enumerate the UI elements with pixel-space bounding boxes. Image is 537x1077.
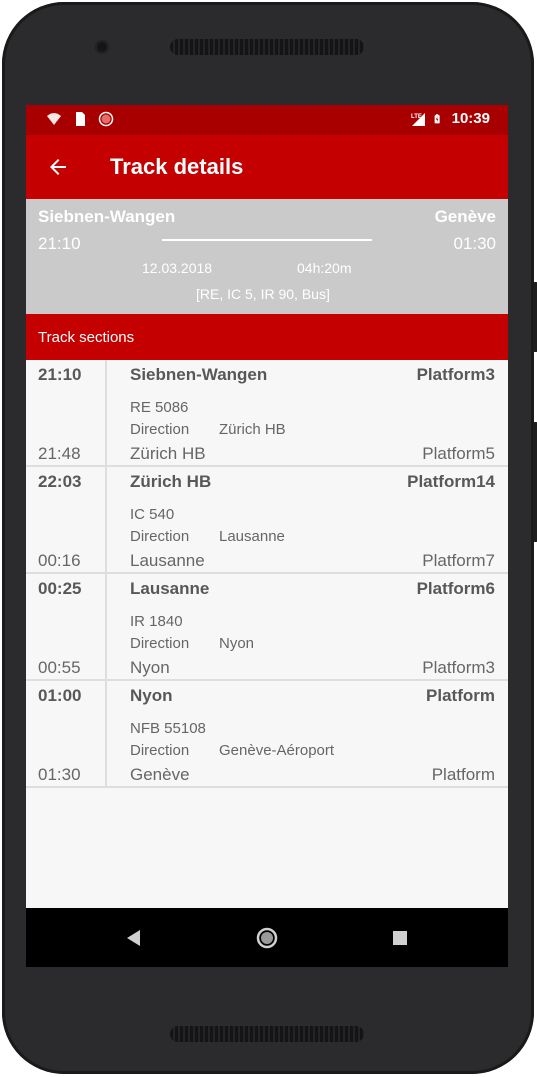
- bottom-speaker: [170, 1026, 364, 1042]
- track-sections-header: Track sections: [26, 314, 508, 360]
- section-departure-time: 00:25: [38, 579, 82, 598]
- section-departure-platform: Platform14: [407, 472, 495, 491]
- section-departure-platform: Platform: [426, 686, 495, 705]
- arrival-time: 01:30: [453, 234, 496, 253]
- section-train: NFB 55108: [130, 720, 206, 737]
- section-direction: Genève-Aéroport: [219, 742, 335, 759]
- section-departure-station: Siebnen-Wangen: [130, 365, 268, 384]
- section-arrival-platform: Platform3: [422, 658, 495, 677]
- section-arrival-platform: Platform7: [422, 551, 495, 570]
- screen: ? LTE 10:39 Track details Siebnen-Wangen…: [26, 105, 508, 967]
- track-section[interactable]: 21:10 Siebnen-Wangen Platform3 RE 5086 D…: [26, 360, 508, 467]
- battery-charging-icon: [434, 113, 440, 123]
- status-bar: ? LTE 10:39: [26, 105, 508, 135]
- section-arrival-time: 00:16: [38, 551, 81, 570]
- section-arrival-station: Lausanne: [130, 551, 205, 570]
- section-direction-label: Direction: [130, 742, 190, 759]
- volume-button: [533, 422, 537, 542]
- destination-station: Genève: [434, 207, 496, 226]
- section-direction-label: Direction: [130, 421, 190, 438]
- section-arrival-station: Genève: [130, 765, 190, 784]
- track-section[interactable]: 01:00 Nyon Platform NFB 55108 Direction …: [26, 681, 508, 788]
- navigation-bar: [26, 908, 508, 967]
- section-train: IC 540: [130, 506, 175, 523]
- connection-summary: Siebnen-Wangen Genève 21:10 01:30 12.03.…: [26, 199, 508, 314]
- section-divider: [105, 574, 107, 681]
- track-section[interactable]: 00:25 Lausanne Platform6 IR 1840 Directi…: [26, 574, 508, 681]
- back-triangle-icon[interactable]: [122, 926, 146, 950]
- section-arrival-time: 00:55: [38, 658, 81, 677]
- route-line: [162, 239, 372, 241]
- section-divider: [105, 681, 107, 788]
- travel-date: 12.03.2018: [142, 260, 213, 276]
- arrow-left-icon[interactable]: [46, 155, 70, 179]
- section-direction: Nyon: [219, 635, 255, 652]
- phone-frame: ? LTE 10:39 Track details Siebnen-Wangen…: [2, 2, 537, 1074]
- home-circle-icon[interactable]: [255, 926, 279, 950]
- status-time: 10:39: [451, 110, 490, 127]
- track-section[interactable]: 22:03 Zürich HB Platform14 IC 540 Direct…: [26, 467, 508, 574]
- travel-duration: 04h:20m: [297, 260, 352, 276]
- departure-time: 21:10: [38, 234, 81, 253]
- section-divider: [105, 467, 107, 574]
- section-arrival-platform: Platform5: [422, 444, 495, 463]
- section-train: RE 5086: [130, 399, 189, 416]
- track-sections-list: 21:10 Siebnen-Wangen Platform3 RE 5086 D…: [26, 360, 508, 788]
- section-departure-time: 01:00: [38, 686, 82, 705]
- origin-station: Siebnen-Wangen: [38, 207, 176, 226]
- section-departure-station: Lausanne: [130, 579, 210, 598]
- svg-text:LTE: LTE: [411, 114, 422, 120]
- transport-products: [RE, IC 5, IR 90, Bus]: [196, 286, 330, 302]
- front-camera: [95, 40, 109, 54]
- recents-square-icon[interactable]: [388, 926, 412, 950]
- section-departure-station: Nyon: [130, 686, 173, 705]
- section-departure-platform: Platform6: [416, 579, 495, 598]
- section-train: IR 1840: [130, 613, 183, 630]
- signal-icon: LTE: [411, 112, 425, 126]
- section-departure-station: Zürich HB: [130, 472, 212, 491]
- section-direction: Lausanne: [219, 528, 285, 545]
- section-direction-label: Direction: [130, 635, 190, 652]
- section-arrival-station: Nyon: [130, 658, 170, 677]
- track-sections-label: Track sections: [38, 329, 135, 346]
- section-direction: Zürich HB: [219, 421, 286, 438]
- record-icon: [98, 111, 114, 127]
- page-title: Track details: [110, 154, 244, 179]
- svg-text:?: ?: [56, 121, 60, 127]
- app-bar: Track details: [26, 135, 508, 199]
- earpiece-speaker: [170, 39, 364, 55]
- section-departure-time: 22:03: [38, 472, 82, 491]
- section-divider: [105, 360, 107, 467]
- section-departure-platform: Platform3: [416, 365, 495, 384]
- section-direction-label: Direction: [130, 528, 190, 545]
- sim-card-icon: [76, 112, 85, 126]
- section-arrival-station: Zürich HB: [130, 444, 206, 463]
- power-button: [533, 282, 537, 352]
- section-arrival-time: 21:48: [38, 444, 81, 463]
- section-arrival-platform: Platform: [431, 765, 495, 784]
- section-arrival-time: 01:30: [38, 765, 81, 784]
- section-departure-time: 21:10: [38, 365, 82, 384]
- wifi-icon: ?: [47, 113, 61, 127]
